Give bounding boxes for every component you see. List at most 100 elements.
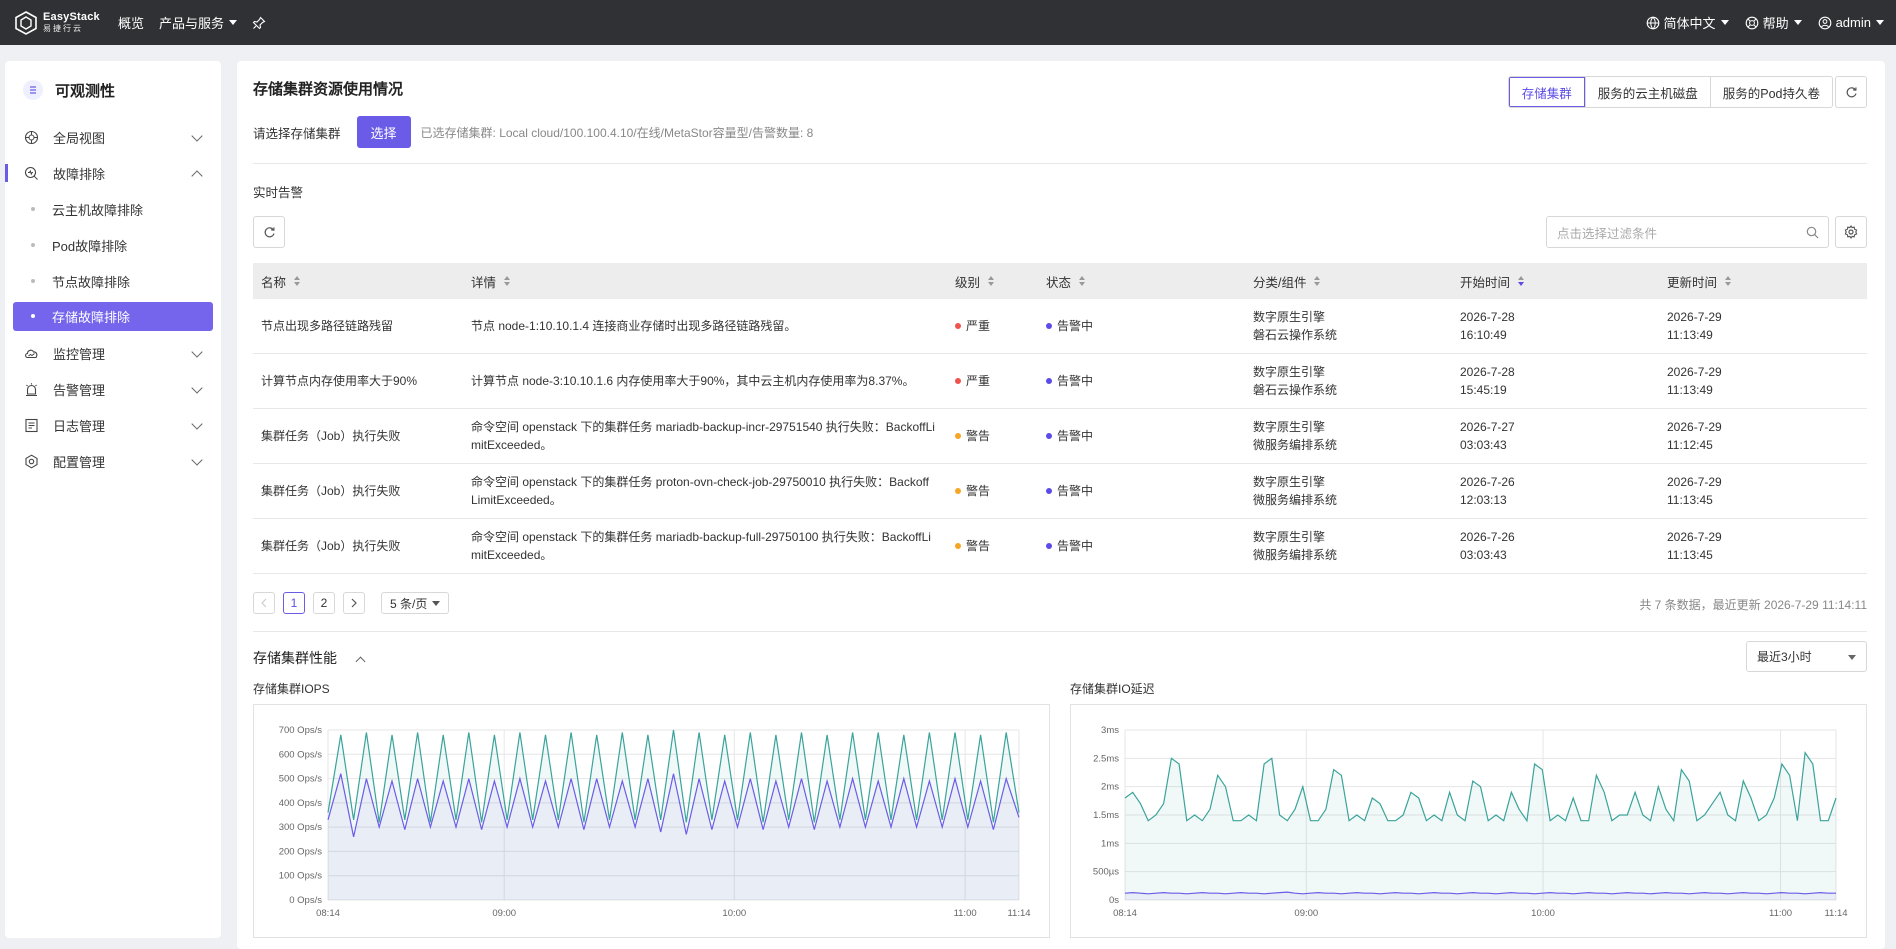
category-engine: 数字原生引擎: [1253, 310, 1326, 324]
sidebar: 可观测性 全局视图 故障排除 云主机故障排除 Pod故障排除 节点故障排除 存储…: [5, 61, 221, 938]
status-label: 告警中: [1057, 484, 1094, 498]
pin-button[interactable]: [252, 16, 266, 30]
y-tick-label: 500µs: [1093, 867, 1119, 878]
realtime-alarms-label: 实时告警: [253, 186, 304, 200]
sidebar-subitem-node-troubleshooting[interactable]: 节点故障排除: [5, 263, 221, 299]
col-label: 状态: [1046, 275, 1072, 290]
sidebar-item-alarms[interactable]: 告警管理: [5, 371, 221, 407]
sidebar-item-global-view[interactable]: 全局视图: [5, 119, 221, 155]
prev-page-button[interactable]: [253, 592, 275, 614]
col-update-time-header[interactable]: 更新时间: [1659, 272, 1867, 291]
table-row[interactable]: 节点出现多路径链路残留 节点 node-1:10.10.1.4 连接商业存储时出现…: [253, 299, 1867, 354]
language-selector[interactable]: 简体中文: [1646, 13, 1729, 32]
col-label: 详情: [471, 275, 497, 290]
chevron-right-icon: [351, 598, 357, 608]
sidebar-subitem-label: 节点故障排除: [52, 274, 131, 290]
cell-level: 警告: [947, 482, 1038, 500]
sidebar-item-monitoring[interactable]: 监控管理: [5, 335, 221, 371]
x-tick-label: 08:14: [316, 908, 340, 919]
cell-category: 数字原生引擎 微服务编排系统: [1245, 473, 1452, 509]
col-start-time-header[interactable]: 开始时间: [1452, 272, 1659, 291]
sidebar-subitem-storage-troubleshooting[interactable]: 存储故障排除: [13, 302, 213, 331]
level-label: 严重: [966, 319, 991, 333]
main-panel: 存储集群资源使用情况 存储集群 服务的云主机磁盘 服务的Pod持久卷 请选择存储…: [237, 61, 1885, 949]
divider: [253, 631, 1867, 632]
table-row[interactable]: 集群任务（Job）执行失败 命令空间 openstack 下的集群任务 maria…: [253, 409, 1867, 464]
search-placeholder: 点击选择过滤条件: [1557, 226, 1658, 241]
cell-start-time: 2026-7-27 03:03:43: [1452, 418, 1659, 454]
refresh-alarms-button[interactable]: [253, 216, 285, 248]
nav-overview[interactable]: 概览: [118, 13, 144, 32]
page-size-select[interactable]: 5 条/页: [381, 592, 450, 614]
chevron-down-icon: [1848, 655, 1856, 660]
cell-level: 严重: [947, 372, 1038, 390]
select-cluster-button[interactable]: 选择: [356, 116, 411, 148]
update-date: 2026-7-29: [1667, 475, 1722, 489]
x-tick-label: 09:00: [492, 908, 516, 919]
cell-detail: 节点 node-1:10.10.1.4 连接商业存储时出现多路径链路残留。: [471, 319, 797, 333]
tab-storage-cluster[interactable]: 存储集群: [1508, 77, 1585, 107]
cell-status: 告警中: [1038, 317, 1245, 335]
x-tick-label: 11:00: [954, 908, 977, 919]
table-settings-button[interactable]: [1835, 216, 1867, 248]
sidebar-item-config[interactable]: 配置管理: [5, 443, 221, 479]
log-icon: [23, 417, 39, 433]
nav-products[interactable]: 产品与服务: [159, 13, 238, 32]
sidebar-subitem-vm-troubleshooting[interactable]: 云主机故障排除: [5, 191, 221, 227]
cell-start-time: 2026-7-28 15:45:19: [1452, 363, 1659, 399]
cell-level: 警告: [947, 537, 1038, 555]
perf-section-title: 存储集群性能: [253, 650, 337, 666]
update-date: 2026-7-29: [1667, 420, 1722, 434]
cell-status: 告警中: [1038, 372, 1245, 390]
sort-icon: [1314, 276, 1321, 286]
menu-icon[interactable]: [23, 80, 43, 100]
level-label: 警告: [966, 484, 991, 498]
top-bar: EasyStack 易捷行云 概览 产品与服务 简体中文 帮助 admin: [0, 0, 1896, 45]
perf-section-header[interactable]: 存储集群性能: [253, 648, 366, 668]
table-row[interactable]: 计算节点内存使用率大于90% 计算节点 node-3:10.10.1.6 内存使用…: [253, 354, 1867, 409]
nav-overview-label: 概览: [118, 16, 145, 31]
cluster-select-row: 请选择存储集群 选择 已选存储集群: Local cloud/100.100.4…: [253, 116, 813, 148]
page-button-2[interactable]: 2: [313, 592, 335, 614]
next-page-button[interactable]: [343, 592, 365, 614]
table-row[interactable]: 集群任务（Job）执行失败 命令空间 openstack 下的集群任务 proto…: [253, 464, 1867, 519]
alarm-icon: [23, 381, 39, 397]
col-detail-header[interactable]: 详情: [463, 272, 947, 291]
col-category-header[interactable]: 分类/组件: [1245, 272, 1452, 291]
start-time: 03:03:43: [1460, 438, 1507, 452]
time-range-select[interactable]: 最近3小时: [1746, 641, 1867, 672]
cell-name: 集群任务（Job）执行失败: [261, 484, 401, 498]
brand-logo[interactable]: EasyStack 易捷行云: [14, 10, 102, 35]
selected-cluster-info: 已选存储集群: Local cloud/100.100.4.10/在线/Meta…: [420, 125, 814, 140]
refresh-page-button[interactable]: [1835, 76, 1867, 108]
help-menu[interactable]: 帮助: [1745, 13, 1802, 32]
chevron-left-icon: [261, 598, 267, 608]
filter-search-input[interactable]: 点击选择过滤条件: [1546, 216, 1829, 248]
pagination: 1 2 5 条/页: [253, 592, 450, 614]
category-component: 微服务编排系统: [1253, 438, 1338, 452]
cell-update-time: 2026-7-29 11:13:49: [1659, 363, 1867, 399]
user-icon: [1818, 16, 1831, 29]
sidebar-item-troubleshooting[interactable]: 故障排除: [5, 155, 221, 191]
sidebar-subitem-pod-troubleshooting[interactable]: Pod故障排除: [5, 227, 221, 263]
user-menu[interactable]: admin: [1818, 15, 1884, 30]
table-row[interactable]: 集群任务（Job）执行失败 命令空间 openstack 下的集群任务 maria…: [253, 519, 1867, 574]
y-tick-label: 3ms: [1101, 725, 1119, 736]
col-level-header[interactable]: 级别: [947, 272, 1038, 291]
col-name-header[interactable]: 名称: [253, 272, 463, 291]
sidebar-item-logs[interactable]: 日志管理: [5, 407, 221, 443]
update-time: 11:13:49: [1667, 383, 1713, 397]
update-date: 2026-7-29: [1667, 530, 1722, 544]
globe-icon: [23, 129, 39, 145]
sidebar-title: 可观测性: [5, 61, 221, 119]
cell-update-time: 2026-7-29 11:12:45: [1659, 418, 1867, 454]
page-button-1[interactable]: 1: [283, 592, 305, 614]
col-status-header[interactable]: 状态: [1038, 272, 1245, 291]
cell-status: 告警中: [1038, 537, 1245, 555]
tab-vm-disk[interactable]: 服务的云主机磁盘: [1584, 77, 1710, 107]
x-tick-label: 08:14: [1113, 908, 1137, 919]
tab-pod-volume[interactable]: 服务的Pod持久卷: [1709, 77, 1832, 107]
x-tick-label: 09:00: [1294, 908, 1318, 919]
status-label: 告警中: [1057, 374, 1094, 388]
table-body: 节点出现多路径链路残留 节点 node-1:10.10.1.4 连接商业存储时出现…: [253, 299, 1867, 574]
